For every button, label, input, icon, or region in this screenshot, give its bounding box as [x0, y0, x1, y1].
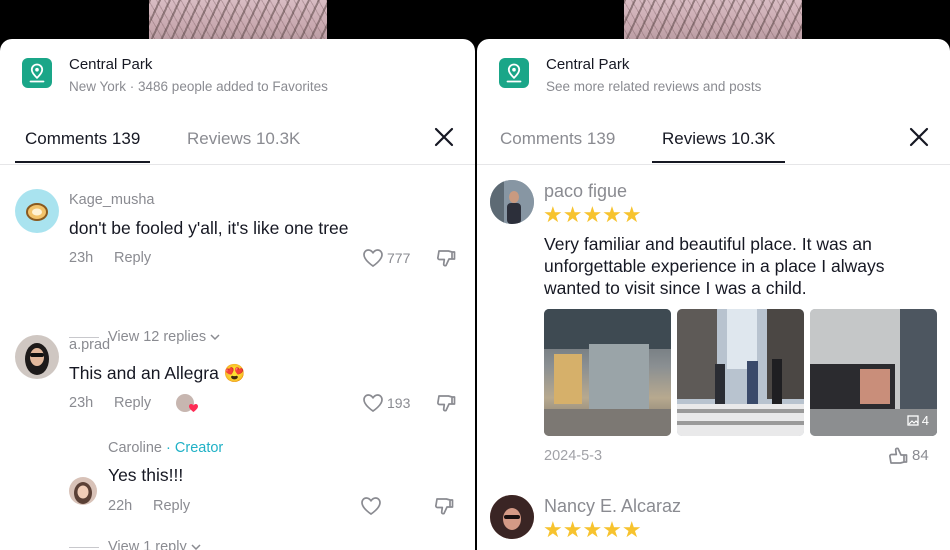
location-title: Central Park — [546, 56, 630, 73]
review-photo[interactable] — [544, 309, 671, 436]
location-header[interactable]: Central Park New York · 3486 people adde… — [22, 56, 328, 94]
view-replies-label: View 12 replies — [108, 329, 207, 345]
active-tab-indicator — [15, 161, 151, 163]
avatar[interactable] — [490, 180, 534, 224]
tab-reviews-label: Reviews 10.3K — [662, 129, 776, 148]
location-header[interactable]: Central Park See more related reviews an… — [499, 56, 761, 94]
location-subtitle: New York · 3486 people added to Favorite… — [69, 79, 328, 94]
location-subtitle: See more related reviews and posts — [546, 79, 762, 94]
like-button[interactable]: 193 — [362, 393, 410, 413]
heart-icon — [189, 404, 198, 412]
reply-button[interactable]: Reply — [114, 250, 151, 266]
tab-bar: Comments 139 Reviews 10.3K — [0, 121, 475, 165]
view-replies-label: View 1 reply — [108, 539, 187, 550]
avatar[interactable] — [15, 335, 59, 379]
location-pin-icon — [22, 58, 52, 88]
review-photo[interactable]: 4 — [810, 309, 937, 436]
image-count: 4 — [921, 413, 929, 428]
reviewer-name[interactable]: Nancy E. Alcaraz — [544, 496, 681, 517]
heart-icon — [363, 249, 383, 268]
divider — [69, 546, 99, 548]
helpful-count: 84 — [912, 446, 929, 464]
comment-text: don't be fooled y'all, it's like one tre… — [69, 218, 349, 238]
dislike-icon[interactable] — [435, 393, 457, 415]
like-count: 193 — [387, 395, 411, 411]
avatar[interactable] — [69, 477, 97, 505]
emoji: 😍 — [223, 363, 246, 383]
thumbs-up-icon — [889, 447, 908, 464]
view-replies-button[interactable]: View 1 reply — [69, 539, 202, 550]
creator-badge: · Creator — [166, 440, 224, 456]
comment-username[interactable]: a.prad — [69, 337, 110, 353]
comment-text: Yes this!!! — [108, 465, 184, 485]
heart-icon[interactable] — [360, 496, 382, 516]
close-icon[interactable] — [432, 125, 456, 149]
image-count-badge: 4 — [907, 413, 929, 428]
chevron-down-icon — [210, 334, 220, 341]
cherry-blossom-photo — [149, 0, 327, 44]
cherry-blossom-photo — [624, 0, 802, 44]
comment-username: Caroline · Creator — [108, 440, 223, 456]
avatar[interactable] — [490, 495, 534, 539]
dislike-icon[interactable] — [435, 248, 457, 270]
location-title: Central Park — [69, 56, 153, 73]
comment-time: 22h — [108, 498, 133, 514]
review-date: 2024-5-3 — [544, 448, 603, 464]
chevron-down-icon — [191, 544, 201, 550]
star-rating: ★★★★★ — [543, 519, 643, 541]
location-pin-icon — [499, 58, 529, 88]
review-text: Very familiar and beautiful place. It wa… — [544, 234, 885, 298]
comment-username[interactable]: Kage_musha — [69, 192, 154, 208]
tab-comments[interactable]: Comments 139 — [15, 129, 151, 163]
images-icon — [907, 415, 919, 426]
review-photo[interactable] — [677, 309, 804, 436]
dislike-icon[interactable] — [433, 496, 455, 518]
comment-text-body: This and an Allegra — [69, 363, 219, 383]
helpful-button[interactable]: 84 — [887, 444, 929, 466]
like-button[interactable]: 777 — [362, 248, 410, 268]
reply-button[interactable]: Reply — [153, 498, 190, 514]
tab-reviews-label: Reviews 10.3K — [187, 129, 301, 148]
reply-button[interactable]: Reply — [114, 395, 151, 411]
stars: ★★★★★ — [543, 202, 642, 227]
screenshot-root: Central Park New York · 3486 people adde… — [0, 0, 950, 550]
comments-sheet: Central Park New York · 3486 people adde… — [0, 39, 475, 550]
tab-bar: Comments 139 Reviews 10.3K — [477, 121, 950, 165]
reviews-sheet: Central Park See more related reviews an… — [477, 39, 950, 550]
tab-reviews[interactable]: Reviews 10.3K — [652, 129, 786, 163]
comment-time: 23h — [69, 395, 94, 411]
heart-icon — [363, 394, 383, 413]
comment-text: This and an Allegra 😍 — [69, 363, 246, 384]
reviewer-name[interactable]: paco figue — [544, 181, 627, 202]
stars: ★★★★★ — [543, 517, 642, 542]
avatar[interactable] — [15, 189, 59, 233]
tab-comments-label: Comments 139 — [500, 129, 616, 148]
tab-comments[interactable]: Comments 139 — [500, 129, 615, 161]
close-icon[interactable] — [907, 125, 931, 149]
tab-reviews[interactable]: Reviews 10.3K — [187, 129, 300, 161]
active-tab-indicator — [652, 161, 786, 163]
reply-username[interactable]: Caroline — [108, 440, 162, 456]
comment-time: 23h — [69, 250, 94, 266]
like-count: 777 — [387, 250, 411, 266]
star-rating: ★★★★★ — [543, 204, 643, 226]
tab-comments-label: Comments 139 — [25, 129, 141, 148]
